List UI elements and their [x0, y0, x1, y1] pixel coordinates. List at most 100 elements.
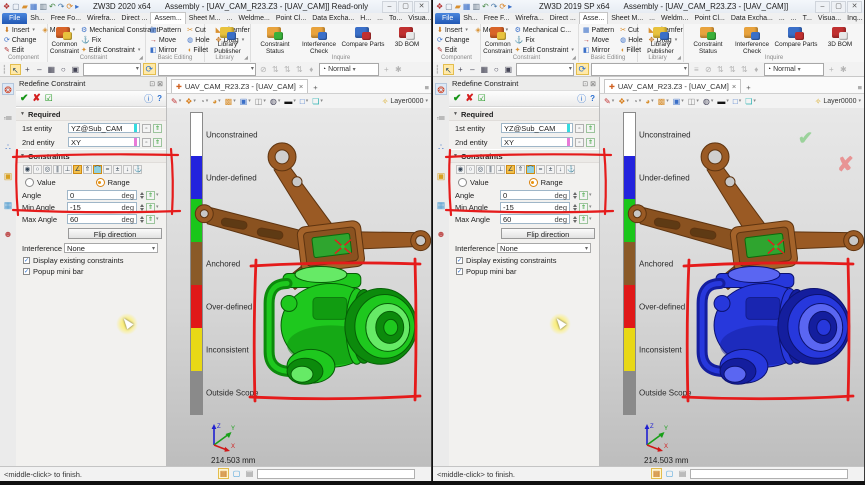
- constraint-type-icon[interactable]: ◉: [23, 165, 32, 174]
- selection-tool-icon[interactable]: ♦: [751, 64, 762, 75]
- selection-filter-icon[interactable]: ↖: [9, 63, 21, 75]
- selection-tool-icon[interactable]: ≡: [691, 64, 702, 75]
- selection-filter-icon[interactable]: ↖: [442, 63, 454, 75]
- ribbon-small-button[interactable]: ⬇ Insert: [435, 25, 471, 35]
- layer-selector[interactable]: ✧ Layer0000: [382, 97, 428, 106]
- ribbon-tab[interactable]: Sh...: [27, 13, 47, 24]
- selection-tool-icon[interactable]: ⇅: [270, 64, 281, 75]
- status-tool-icon[interactable]: ▢: [231, 468, 242, 479]
- spinner-control[interactable]: [571, 190, 578, 200]
- inquire-big-button[interactable]: Constraint Status: [253, 25, 297, 55]
- inquire-big-button[interactable]: 3D BOM: [385, 25, 429, 55]
- inquire-big-button[interactable]: Compare Parts: [341, 25, 385, 55]
- ribbon-small-button[interactable]: → Move: [581, 35, 616, 45]
- constraint-type-icon[interactable]: =: [103, 165, 112, 174]
- range-radio[interactable]: [95, 178, 105, 187]
- panel-pin-icon[interactable]: ⊡: [149, 80, 155, 88]
- dock-tab-icon[interactable]: ∴: [435, 141, 447, 153]
- layer-visibility-icon[interactable]: ✧: [382, 97, 389, 106]
- selection-tool-icon[interactable]: ⇅: [739, 64, 750, 75]
- filter-dropdown[interactable]: [515, 62, 574, 76]
- dock-tab-icon[interactable]: ▣: [2, 170, 14, 182]
- help-icon[interactable]: ?: [590, 94, 595, 103]
- selection-set-dropdown[interactable]: [590, 62, 689, 76]
- view-tool-icon[interactable]: ◕: [645, 97, 653, 106]
- inquire-big-button[interactable]: Interference Check: [297, 25, 341, 55]
- view-tool-icon[interactable]: ▬: [284, 97, 296, 106]
- view-tool-icon[interactable]: □: [300, 97, 308, 106]
- view-tool-icon[interactable]: ◫: [688, 97, 699, 106]
- spinner-control[interactable]: [138, 190, 145, 200]
- selection-tool-icon[interactable]: ⇅: [727, 64, 738, 75]
- view-tool-icon[interactable]: ▣: [240, 97, 251, 106]
- ribbon-tab[interactable]: Free F...: [481, 13, 513, 24]
- ribbon-tab[interactable]: H...: [357, 13, 374, 24]
- dock-tab-icon[interactable]: ❂: [2, 83, 14, 95]
- qat-icon[interactable]: ▢: [12, 1, 20, 13]
- entity-pick-icon[interactable]: ⇑: [153, 123, 162, 133]
- view-tool-icon[interactable]: ◔: [633, 97, 641, 106]
- ribbon-tab[interactable]: Direct ...: [118, 13, 150, 24]
- constraint-type-icon[interactable]: ◎: [43, 165, 52, 174]
- constraint-type-icon[interactable]: =: [536, 165, 545, 174]
- dialog-launcher-icon[interactable]: ◢: [244, 54, 248, 62]
- ribbon-small-button[interactable]: ⬇ Insert: [2, 25, 38, 35]
- window-control-button[interactable]: –: [382, 0, 397, 13]
- ribbon-small-button[interactable]: → Move: [148, 35, 183, 45]
- ribbon-small-button[interactable]: ⟳ Change: [435, 35, 471, 45]
- constraint-type-icon[interactable]: ↓: [556, 165, 565, 174]
- selection-filter-icon[interactable]: –: [34, 64, 45, 75]
- selection-set-dropdown[interactable]: [157, 62, 256, 76]
- constraint-type-icon[interactable]: ⚓: [566, 165, 575, 174]
- checkbox[interactable]: ✓: [23, 257, 30, 264]
- library-publisher-button[interactable]: Library Publisher: [640, 25, 681, 55]
- value-radio[interactable]: [458, 178, 467, 187]
- common-constraint-button[interactable]: Common Constraint: [483, 25, 513, 55]
- view-tool-icon[interactable]: ◔: [200, 97, 208, 106]
- selection-tool-icon[interactable]: ⊘: [703, 64, 714, 75]
- pick-angle-icon[interactable]: ⇑: [579, 190, 588, 200]
- 3d-viewport[interactable]: Unconstrained Under-defined Well-defined…: [167, 108, 431, 467]
- dock-tab-icon[interactable]: ≔: [2, 112, 14, 124]
- window-control-button[interactable]: ✕: [414, 0, 429, 13]
- view-tool-icon[interactable]: ◍: [270, 97, 281, 106]
- selection-tool-icon[interactable]: ♦: [306, 64, 317, 75]
- dock-tab-icon[interactable]: ∴: [2, 141, 14, 153]
- selection-filter-icon[interactable]: +: [22, 64, 33, 75]
- flip-direction-button[interactable]: Flip direction: [68, 228, 162, 239]
- angle-input[interactable]: 60 deg: [67, 214, 137, 224]
- qat-icon[interactable]: ▥: [472, 1, 480, 13]
- ribbon-small-button[interactable]: ▦ Pattern: [148, 25, 183, 35]
- document-tab-close-icon[interactable]: ×: [732, 82, 736, 91]
- qat-icon[interactable]: ↷: [491, 1, 498, 13]
- ribbon-tab[interactable]: Weldm...: [658, 13, 692, 24]
- common-constraint-button[interactable]: Common Constraint: [50, 25, 79, 55]
- ribbon-small-button[interactable]: ⟳ Change: [2, 35, 38, 45]
- qat-icon[interactable]: ↶: [482, 1, 489, 13]
- view-tool-icon[interactable]: □: [733, 97, 741, 106]
- ribbon-tab[interactable]: Sheet M...: [608, 13, 646, 24]
- qat-icon[interactable]: ❖: [436, 1, 443, 13]
- help-icon[interactable]: ?: [157, 94, 162, 103]
- field-options-arrow-icon[interactable]: ▾: [589, 216, 592, 222]
- inquire-big-button[interactable]: Constraint Status: [686, 25, 730, 55]
- status-tool-icon[interactable]: ▤: [244, 468, 255, 479]
- confirm-cross-icon[interactable]: ✘: [837, 152, 854, 177]
- qat-icon[interactable]: ▥: [39, 1, 47, 13]
- info-icon[interactable]: ⓘ: [144, 92, 153, 105]
- dock-tab-icon[interactable]: ▦: [2, 199, 14, 211]
- pick-angle-icon[interactable]: ⇑: [146, 214, 155, 224]
- selection-filter-icon[interactable]: +: [455, 64, 466, 75]
- ribbon-tab[interactable]: Weldme...: [235, 13, 272, 24]
- inquire-big-button[interactable]: Interference Check: [730, 25, 774, 55]
- ok-button[interactable]: ✔: [453, 93, 461, 104]
- selection-filter-icon[interactable]: ▣: [70, 64, 81, 75]
- view-tool-icon[interactable]: ❖: [185, 97, 196, 106]
- panel-close-icon[interactable]: ⊠: [157, 80, 163, 88]
- field-options-arrow-icon[interactable]: ▾: [589, 204, 592, 210]
- entity-clear-icon[interactable]: ▫: [575, 137, 584, 147]
- field-options-arrow-icon[interactable]: ▾: [589, 192, 592, 198]
- cancel-button[interactable]: ✘: [465, 93, 473, 104]
- entity-input[interactable]: XY: [501, 137, 573, 147]
- command-input[interactable]: [257, 468, 415, 479]
